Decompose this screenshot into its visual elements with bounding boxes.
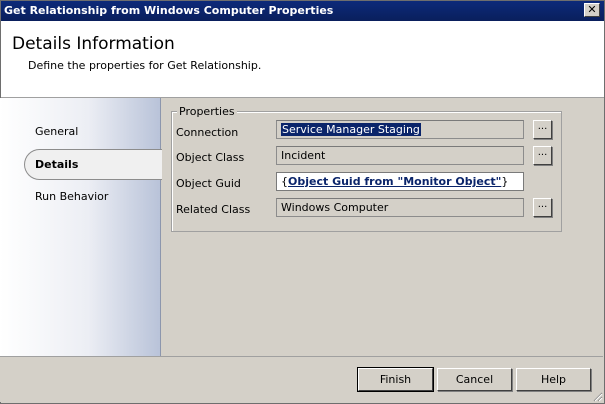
object-guid-label: Object Guid [176,177,241,190]
close-icon[interactable]: ✕ [584,3,600,17]
help-button[interactable]: Help [516,368,591,391]
properties-group-label: Properties [177,105,237,118]
sidebar-item-details[interactable]: Details [24,149,163,180]
page-title: Details Information [12,34,175,54]
object-class-label: Object Class [176,151,245,164]
page-subtitle: Define the properties for Get Relationsh… [28,59,262,72]
related-class-label: Related Class [176,203,251,216]
object-guid-value[interactable]: Object Guid from "Monitor Object" [288,175,501,188]
sidebar-item-label: Details [35,158,79,171]
sidebar-item-run-behavior[interactable]: Run Behavior [35,190,108,203]
related-class-value: Windows Computer [281,201,389,214]
sidebar-item-general[interactable]: General [35,125,78,138]
object-guid-field[interactable]: {Object Guid from "Monitor Object"} [276,172,524,191]
related-class-browse-button[interactable]: ... [533,198,552,217]
window-title: Get Relationship from Windows Computer P… [4,4,334,17]
guid-open-brace: { [281,175,288,188]
guid-close-brace: } [501,175,509,188]
resize-grip-icon[interactable] [591,390,603,402]
dialog-footer [0,356,603,402]
object-class-value: Incident [281,149,326,162]
object-class-field[interactable]: Incident [276,146,524,165]
finish-button[interactable]: Finish [357,367,434,392]
title-bar: Get Relationship from Windows Computer P… [1,1,604,21]
cancel-button[interactable]: Cancel [437,368,512,391]
object-class-browse-button[interactable]: ... [533,146,552,165]
connection-value: Service Manager Staging [281,123,421,136]
related-class-field[interactable]: Windows Computer [276,198,524,217]
connection-field[interactable]: Service Manager Staging [276,120,524,139]
connection-browse-button[interactable]: ... [533,120,552,139]
connection-label: Connection [176,126,239,139]
sidebar-nav [0,98,161,356]
details-header: Details Information Define the propertie… [1,21,604,98]
